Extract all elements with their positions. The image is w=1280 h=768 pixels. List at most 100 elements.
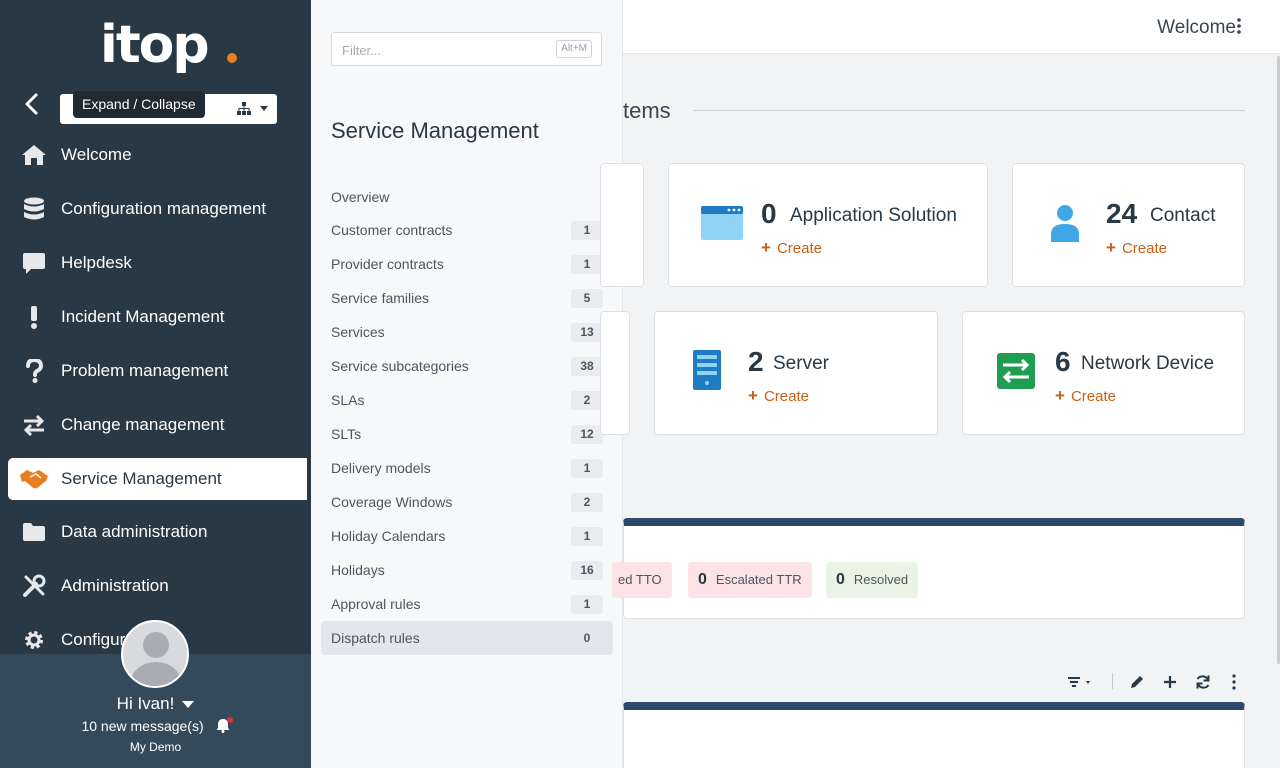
notification-dot <box>226 717 233 724</box>
menu-item-slts[interactable]: SLTs 12 <box>321 417 613 451</box>
nav-item-label: Configur <box>61 630 126 649</box>
new-messages-link[interactable]: 10 new message(s) <box>0 717 311 736</box>
nav-item-configuration-management[interactable]: Configuration management <box>8 188 307 230</box>
handshake-icon <box>16 466 52 492</box>
collapse-arrow-icon[interactable] <box>22 92 42 116</box>
menu-item-delivery-models[interactable]: Delivery models 1 <box>321 451 613 485</box>
nav-item-label: Configuration management <box>61 199 267 218</box>
menu-item-services[interactable]: Services 13 <box>321 315 613 349</box>
create-link[interactable]: + Create <box>1055 386 1116 406</box>
avatar-head <box>143 632 169 658</box>
person-icon <box>1051 205 1079 242</box>
user-organization: My Demo <box>129 740 182 754</box>
status-chip-escalated-ttr[interactable]: 0 Escalated TTR <box>688 562 812 598</box>
avatar[interactable] <box>121 620 189 688</box>
ticket-status-panel: ed TTO 0 Escalated TTR 0 Resolved <box>612 518 1245 619</box>
service-management-flyout: Alt+M Service Management Overview Custom… <box>311 0 623 768</box>
menu-item-label: Approval rules <box>331 596 421 612</box>
chip-label: Resolved <box>853 572 909 587</box>
plus-icon: + <box>761 238 771 257</box>
chip-count: 0 <box>836 571 845 588</box>
nav-item-change-management[interactable]: Change management <box>8 404 307 446</box>
folder-icon <box>16 519 52 545</box>
count-badge: 13 <box>571 323 603 342</box>
status-chip-escalated-tto[interactable]: ed TTO <box>612 562 672 598</box>
refresh-icon[interactable] <box>1193 672 1213 692</box>
nav-item-label: Data administration <box>61 522 208 541</box>
plus-icon[interactable] <box>1160 672 1180 692</box>
tools-icon <box>16 573 52 599</box>
database-icon <box>16 196 52 222</box>
create-link[interactable]: + Create <box>1106 238 1167 258</box>
plus-icon: + <box>1106 238 1116 257</box>
more-vertical-icon[interactable] <box>1224 672 1244 692</box>
menu-item-service-families[interactable]: Service families 5 <box>321 281 613 315</box>
count-badge: 2 <box>571 493 603 512</box>
nav-item-helpdesk[interactable]: Helpdesk <box>8 242 307 284</box>
exchange-arrows-icon <box>16 412 52 438</box>
toolbar-separator <box>1112 673 1113 689</box>
create-link[interactable]: + Create <box>761 238 822 258</box>
nav-item-label: Welcome <box>61 145 132 164</box>
top-bar: Welcome <box>623 0 1280 54</box>
user-menu-toggle[interactable]: Hi Ivan! <box>0 694 311 714</box>
network-device-icon <box>997 353 1035 389</box>
main-navigation: itop Expand / Collapse Welcome Configura… <box>0 0 311 768</box>
gear-icon <box>16 627 52 653</box>
card-count: 0 <box>761 198 777 229</box>
count-badge: 1 <box>571 255 603 274</box>
menu-item-holiday-calendars[interactable]: Holiday Calendars 1 <box>321 519 613 553</box>
menu-item-holidays[interactable]: Holidays 16 <box>321 553 613 587</box>
column-filter-icon[interactable] <box>1066 672 1096 692</box>
dashlet-server[interactable]: 2 Server + Create <box>654 311 938 435</box>
nav-item-administration[interactable]: Administration <box>8 565 307 607</box>
create-link[interactable]: + Create <box>748 386 809 406</box>
chevron-down-icon <box>182 701 195 709</box>
menu-item-overview[interactable]: Overview <box>321 180 613 214</box>
dashlet-application-solution[interactable]: 0 Application Solution + Create <box>668 163 988 287</box>
menu-item-coverage-windows[interactable]: Coverage Windows 2 <box>321 485 613 519</box>
menu-item-service-subcategories[interactable]: Service subcategories 38 <box>321 349 613 383</box>
menu-item-customer-contracts[interactable]: Customer contracts 1 <box>321 213 613 247</box>
menu-item-label: Coverage Windows <box>331 494 453 510</box>
count-badge: 5 <box>571 289 603 308</box>
count-badge: 16 <box>571 561 603 580</box>
nav-item-data-administration[interactable]: Data administration <box>8 511 307 553</box>
partial-card <box>600 311 630 435</box>
card-name: Application Solution <box>790 205 957 226</box>
speech-bubble-icon <box>16 250 52 276</box>
menu-item-label: Service subcategories <box>331 358 469 374</box>
nav-item-incident-management[interactable]: Incident Management <box>8 296 307 338</box>
sitemap-icon <box>237 102 251 115</box>
chip-label: Escalated TTR <box>715 572 802 587</box>
dashlet-network-device[interactable]: 6 Network Device + Create <box>962 311 1245 435</box>
itop-logo[interactable]: itop <box>100 10 240 80</box>
menu-item-dispatch-rules[interactable]: Dispatch rules 0 <box>321 621 613 655</box>
status-chip-resolved[interactable]: 0 Resolved <box>826 562 919 598</box>
bell-icon <box>216 717 233 736</box>
create-label: Create <box>1121 240 1167 257</box>
nav-item-label: Change management <box>61 415 225 434</box>
menu-item-slas[interactable]: SLAs 2 <box>321 383 613 417</box>
nav-item-welcome[interactable]: Welcome <box>8 134 307 176</box>
pencil-icon[interactable] <box>1127 672 1147 692</box>
menu-item-provider-contracts[interactable]: Provider contracts 1 <box>321 247 613 281</box>
nav-item-service-management[interactable]: Service Management <box>8 458 307 500</box>
create-label: Create <box>763 388 809 405</box>
nav-item-label: Administration <box>61 576 169 595</box>
user-greeting: Hi Ivan! <box>116 694 175 713</box>
card-name: Contact <box>1150 205 1216 226</box>
menu-item-label: Provider contracts <box>331 256 444 272</box>
menu-item-label: Customer contracts <box>331 222 453 238</box>
menu-item-label: Service families <box>331 290 430 306</box>
nav-item-problem-management[interactable]: Problem management <box>8 350 307 392</box>
filter-input[interactable] <box>342 41 542 59</box>
filter-shortcut-hint: Alt+M <box>556 40 592 58</box>
menu-filter[interactable]: Alt+M <box>331 32 602 66</box>
more-vertical-icon[interactable] <box>1232 16 1246 36</box>
logo-text: itop <box>100 15 210 75</box>
card-name: Server <box>773 353 829 374</box>
menu-item-approval-rules[interactable]: Approval rules 1 <box>321 587 613 621</box>
nav-item-label: Service Management <box>61 469 222 488</box>
dashlet-contact[interactable]: 24 Contact + Create <box>1012 163 1245 287</box>
